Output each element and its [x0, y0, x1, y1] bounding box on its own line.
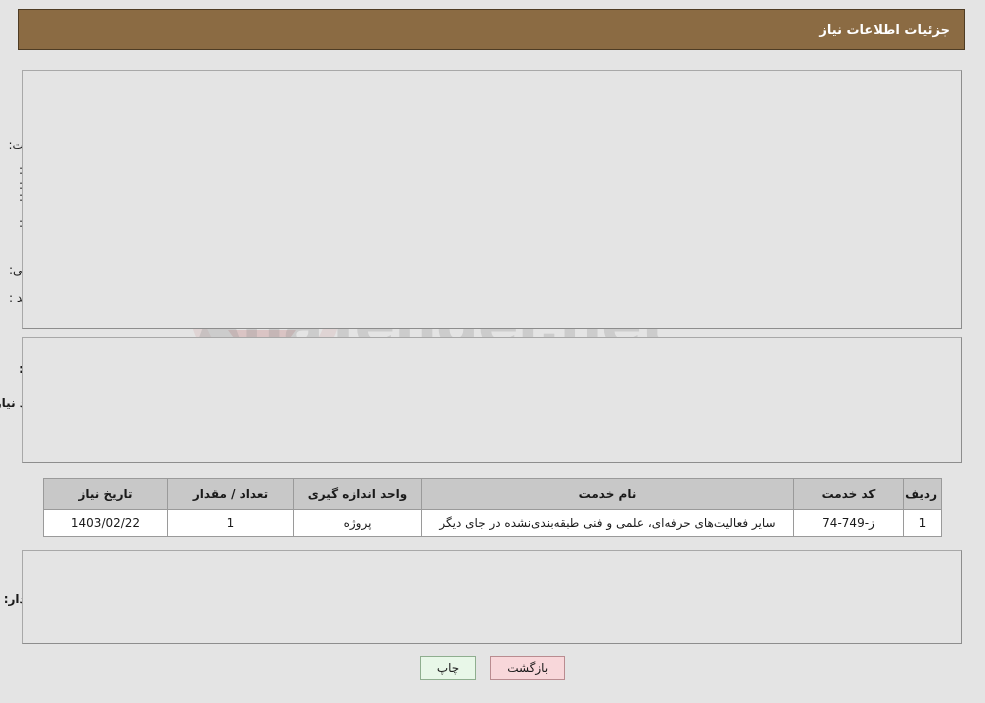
services-table-wrap: ردیف کد خدمت نام خدمت واحد اندازه گیری ت…	[43, 478, 942, 537]
col-code: کد خدمت	[793, 478, 904, 510]
action-buttons: بازگشت چاپ	[0, 656, 985, 680]
cell-quantity: 1	[167, 509, 294, 537]
col-name: نام خدمت	[421, 478, 794, 510]
page-title: جزئیات اطلاعات نیاز	[819, 23, 950, 38]
cell-code: ز-749-74	[793, 509, 904, 537]
col-radif: ردیف	[903, 478, 942, 510]
cell-name: سایر فعالیت‌های حرفه‌ای، علمی و فنی طبقه…	[421, 509, 794, 537]
description-panel	[22, 337, 962, 463]
services-table: ردیف کد خدمت نام خدمت واحد اندازه گیری ت…	[43, 478, 942, 537]
cell-unit: پروژه	[293, 509, 422, 537]
table-header-row: ردیف کد خدمت نام خدمت واحد اندازه گیری ت…	[43, 478, 942, 510]
need-info-panel	[22, 70, 962, 329]
page-header: جزئیات اطلاعات نیاز	[18, 9, 965, 50]
col-unit: واحد اندازه گیری	[293, 478, 422, 510]
buyer-notes-panel	[22, 550, 962, 644]
col-date: تاریخ نیاز	[43, 478, 168, 510]
print-button[interactable]: چاپ	[419, 656, 477, 680]
table-row: 1 ز-749-74 سایر فعالیت‌های حرفه‌ای، علمی…	[43, 509, 942, 537]
cell-date: 1403/02/22	[43, 509, 168, 537]
cell-radif: 1	[903, 509, 942, 537]
back-button[interactable]: بازگشت	[490, 656, 566, 680]
col-quantity: تعداد / مقدار	[167, 478, 294, 510]
